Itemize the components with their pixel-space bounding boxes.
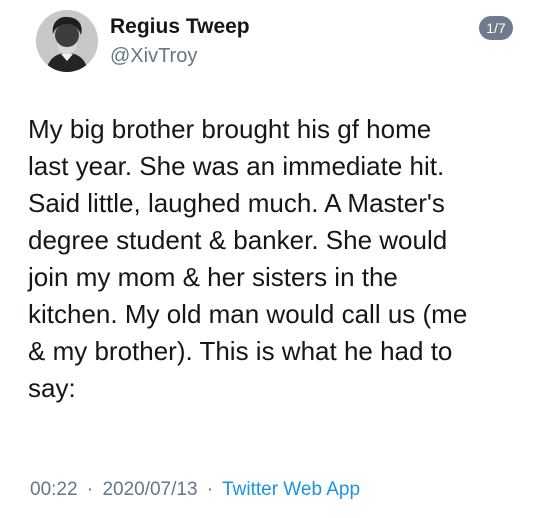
tweet-source-link[interactable]: Twitter Web App	[222, 479, 360, 500]
tweet-body-line: say:	[28, 373, 76, 403]
author-name[interactable]: Regius Tweep	[110, 14, 250, 40]
tweet-body-line: degree student & banker. She would	[28, 225, 448, 255]
tweet-card: Regius Tweep @XivTroy 1/7 My big brother…	[0, 0, 540, 518]
avatar[interactable]	[36, 10, 98, 72]
tweet-body-line: Said little, laughed much. A Master's	[28, 188, 445, 218]
portrait-avatar-icon	[36, 10, 98, 72]
tweet-body-line: & my brother). This is what he had to	[28, 336, 453, 366]
tweet-body-line: kitchen. My old man would call us (me	[28, 299, 468, 329]
tweet-body-line: last year. She was an immediate hit.	[28, 151, 445, 181]
tweet-meta: 00:22 · 2020/07/13 · Twitter Web App	[30, 478, 360, 502]
meta-separator: ·	[86, 479, 94, 500]
tweet-body: My big brother brought his gf home last …	[28, 111, 528, 407]
tweet-body-line: join my mom & her sisters in the	[28, 262, 398, 292]
author-handle[interactable]: @XivTroy	[110, 44, 197, 68]
thread-counter-badge: 1/7	[479, 16, 513, 40]
tweet-time[interactable]: 00:22	[30, 479, 78, 500]
meta-separator: ·	[206, 479, 214, 500]
tweet-date[interactable]: 2020/07/13	[102, 479, 197, 500]
tweet-body-line: My big brother brought his gf home	[28, 114, 432, 144]
